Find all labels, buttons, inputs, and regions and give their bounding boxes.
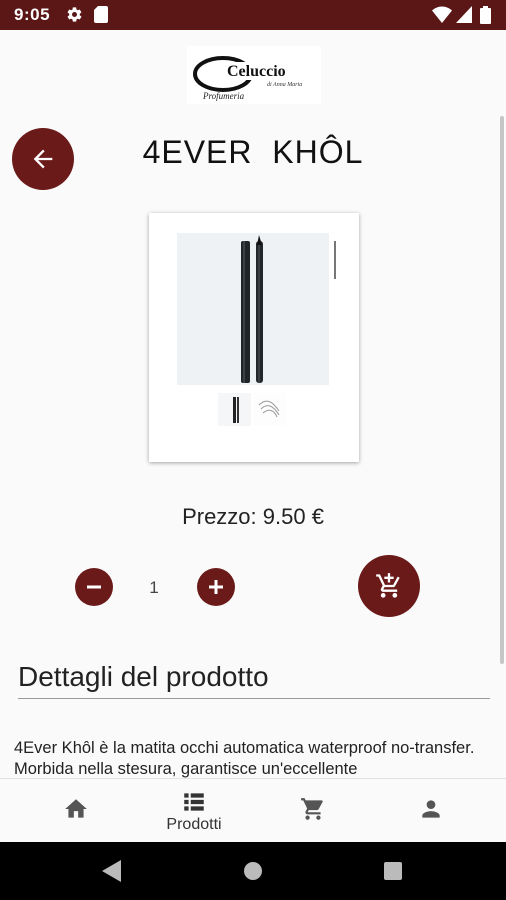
home-icon [65, 799, 87, 818]
quantity-value: 1 [149, 578, 159, 597]
signal-icon [456, 6, 472, 23]
nav-home[interactable] [13, 779, 139, 843]
product-image-card[interactable] [149, 213, 359, 462]
nav-products-label: Prodotti [166, 816, 222, 833]
gear-icon [67, 7, 82, 22]
product-image[interactable] [177, 233, 329, 385]
minus-icon [87, 585, 101, 589]
list-icon [184, 793, 204, 811]
add-to-cart-icon [376, 573, 400, 598]
person-icon [422, 800, 440, 818]
logo-subtext: Profumeria [202, 91, 245, 101]
nav-account[interactable] [368, 779, 494, 843]
product-price: Prezzo: 9.50 € [182, 504, 324, 529]
details-heading: Dettagli del prodotto [18, 661, 269, 692]
status-time: 9:05 [14, 5, 51, 24]
image-scroll-indicator [334, 241, 336, 279]
store-logo: Celuccio di Anna Maria Profumeria [187, 46, 321, 104]
page-title: 4EVER KHÔL [142, 134, 364, 170]
status-bar: 9:05 [0, 0, 506, 30]
sd-card-icon [94, 6, 108, 23]
battery-icon [480, 6, 491, 24]
decrease-quantity-button[interactable] [75, 568, 113, 606]
arrow-left-icon [33, 149, 53, 169]
details-divider [18, 698, 490, 699]
wifi-icon [432, 6, 452, 23]
system-back-icon[interactable] [102, 860, 122, 882]
cart-icon [301, 798, 323, 820]
plus-icon [209, 580, 223, 594]
product-detail-screen[interactable]: Celuccio di Anna Maria Profumeria 4EVER … [0, 30, 506, 778]
thumbnail-1[interactable] [218, 393, 251, 426]
bottom-navigation: Prodotti [0, 778, 506, 842]
nav-products[interactable]: Prodotti [131, 779, 257, 843]
product-description: 4Ever Khôl è la matita occhi automatica … [14, 739, 475, 778]
logo-signature: di Anna Maria [267, 82, 302, 88]
system-home-icon[interactable] [243, 861, 263, 881]
system-navigation-bar [0, 842, 506, 900]
add-to-cart-button[interactable] [358, 555, 420, 617]
logo-name: Celuccio [227, 63, 286, 80]
nav-cart[interactable] [250, 779, 376, 843]
increase-quantity-button[interactable] [197, 568, 235, 606]
system-recents-icon[interactable] [384, 862, 402, 880]
back-button[interactable] [12, 128, 74, 190]
thumbnail-2[interactable] [253, 393, 286, 426]
scrollbar[interactable] [500, 116, 504, 664]
